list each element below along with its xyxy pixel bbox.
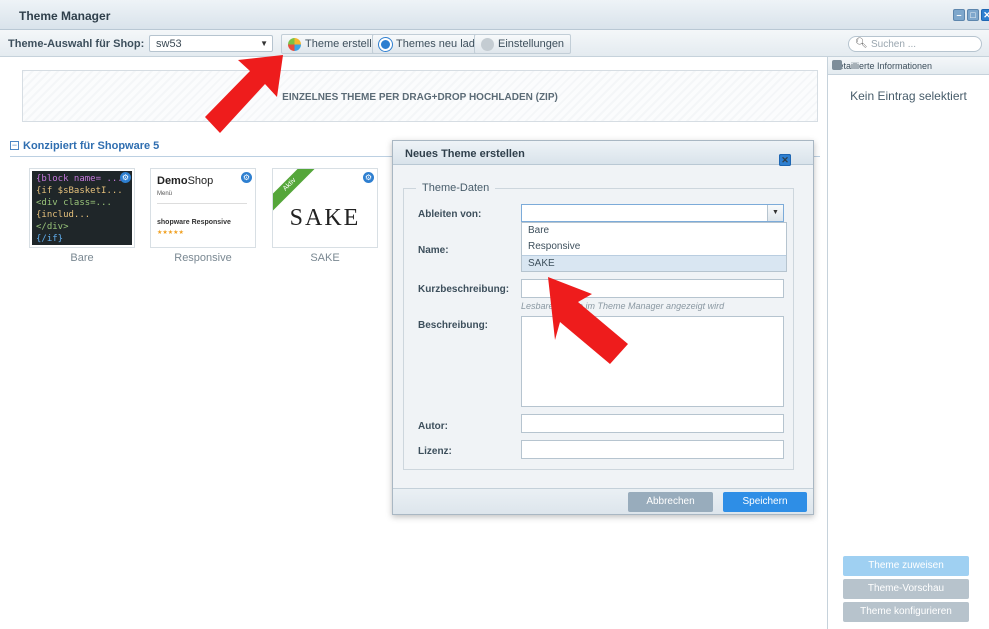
details-panel-title: Detaillierte Informationen (832, 61, 933, 71)
license-label: Lizenz: (418, 446, 452, 457)
preview-theme-button[interactable]: Theme-Vorschau (843, 579, 969, 599)
code-line: </div> (36, 222, 69, 232)
theme-thumbnail-bare[interactable]: {block name= ... {if $sBasketI... <div c… (29, 168, 135, 248)
dialog-footer: Abbrechen Speichern (393, 488, 813, 514)
reload-icon (379, 37, 392, 51)
toolbar: Theme-Auswahl für Shop: sw53 ▼ Theme ers… (0, 30, 989, 57)
window-titlebar: Theme Manager – □ ✕ (0, 0, 989, 30)
maximize-icon[interactable]: □ (967, 9, 979, 21)
sake-logo: SAKE (289, 205, 361, 231)
gear-icon (481, 37, 494, 51)
code-preview: {block name= ... {if $sBasketI... <div c… (32, 171, 132, 245)
settings-button[interactable]: Einstellungen (474, 34, 572, 54)
theme-name: SAKE (310, 252, 340, 264)
dropdown-option[interactable]: Bare (522, 223, 786, 239)
theme-data-fieldset: Theme-Daten Ableiten von: ▼ Bare Respons… (403, 182, 794, 470)
collapse-icon[interactable]: − (10, 141, 19, 150)
code-line: {/if} (36, 234, 64, 244)
code-line: {block name= ... (36, 174, 123, 184)
configure-theme-button[interactable]: Theme konfigurieren (843, 602, 969, 622)
close-icon[interactable]: ✕ (779, 154, 791, 166)
dialog-titlebar: Neues Theme erstellen – □ ✕ (393, 141, 813, 166)
window-title: Theme Manager (19, 9, 111, 23)
window-controls: – □ ✕ (953, 9, 989, 21)
dialog-title: Neues Theme erstellen (405, 148, 525, 160)
search-icon: 🔍︎ (855, 38, 868, 49)
save-button[interactable]: Speichern (723, 492, 807, 512)
license-input[interactable] (521, 440, 784, 459)
brand-bold: Demo (157, 175, 188, 187)
demoshop-logo: DemoShop (157, 175, 213, 187)
search-placeholder: Suchen ... (871, 39, 917, 50)
gear-icon[interactable]: ⚙ (120, 172, 131, 183)
chevron-down-icon: ▼ (260, 39, 268, 48)
derive-select[interactable]: ▼ (521, 204, 784, 222)
settings-label: Einstellungen (498, 38, 565, 50)
dropdown-option[interactable]: Responsive (522, 239, 786, 255)
empty-selection-text: Kein Eintrag selektiert (850, 89, 967, 103)
shop-select[interactable]: sw53 ▼ (149, 35, 273, 52)
shop-label: Theme-Auswahl für Shop: (8, 38, 145, 50)
short-description-label: Kurzbeschreibung: (418, 284, 510, 295)
details-panel: Detaillierte Informationen Kein Eintrag … (827, 57, 989, 629)
new-theme-dialog: Neues Theme erstellen – □ ✕ Theme-Daten … (392, 140, 814, 515)
search-input[interactable]: 🔍︎ Suchen ... (848, 36, 982, 52)
name-label: Name: (418, 245, 449, 256)
author-label: Autor: (418, 421, 448, 432)
details-panel-header: Detaillierte Informationen (828, 57, 989, 75)
brand-rest: Shop (187, 175, 214, 187)
divider (157, 203, 247, 204)
code-line: {includ... (36, 210, 91, 220)
dropzone-text: EINZELNES THEME PER DRAG+DROP HOCHLADEN … (282, 92, 558, 103)
theme-thumbnail-sake[interactable]: Aktiv SAKE ⚙ (272, 168, 378, 248)
rating-stars: ★★★★★ (157, 230, 184, 236)
shop-select-value: sw53 (156, 38, 182, 50)
derive-dropdown-list: Bare Responsive SAKE (521, 222, 787, 272)
menu-label: Menü (157, 191, 173, 197)
gear-icon[interactable]: ⚙ (363, 172, 374, 183)
theme-name: Responsive (174, 252, 232, 264)
palette-icon (288, 37, 301, 51)
author-input[interactable] (521, 414, 784, 433)
gear-icon[interactable]: ⚙ (241, 172, 252, 183)
minimize-icon[interactable]: – (953, 9, 965, 21)
assign-theme-button[interactable]: Theme zuweisen (843, 556, 969, 576)
code-line: <div class=... (36, 198, 112, 208)
short-description-hint: Lesbarer Name im Theme Manager angezeigt… (521, 301, 725, 311)
description-label: Beschreibung: (418, 320, 489, 331)
dropdown-option-selected[interactable]: SAKE (522, 255, 786, 271)
code-line: {if $sBasketI... (36, 186, 123, 196)
theme-group-label: Konzipiert für Shopware 5 (23, 140, 160, 152)
theme-name: Bare (70, 252, 94, 264)
short-description-input[interactable] (521, 279, 784, 298)
product-title: shopware Responsive (157, 219, 231, 226)
collapse-panel-icon[interactable] (832, 60, 842, 70)
chevron-down-icon[interactable]: ▼ (767, 205, 783, 221)
derive-label: Ableiten von: (418, 209, 482, 220)
theme-thumbnail-responsive[interactable]: DemoShop Menü shopware Responsive ★★★★★ … (150, 168, 256, 248)
description-textarea[interactable] (521, 316, 784, 407)
upload-dropzone[interactable]: EINZELNES THEME PER DRAG+DROP HOCHLADEN … (22, 70, 818, 122)
close-icon[interactable]: ✕ (981, 9, 989, 21)
fieldset-legend: Theme-Daten (416, 182, 496, 194)
cancel-button[interactable]: Abbrechen (628, 492, 713, 512)
